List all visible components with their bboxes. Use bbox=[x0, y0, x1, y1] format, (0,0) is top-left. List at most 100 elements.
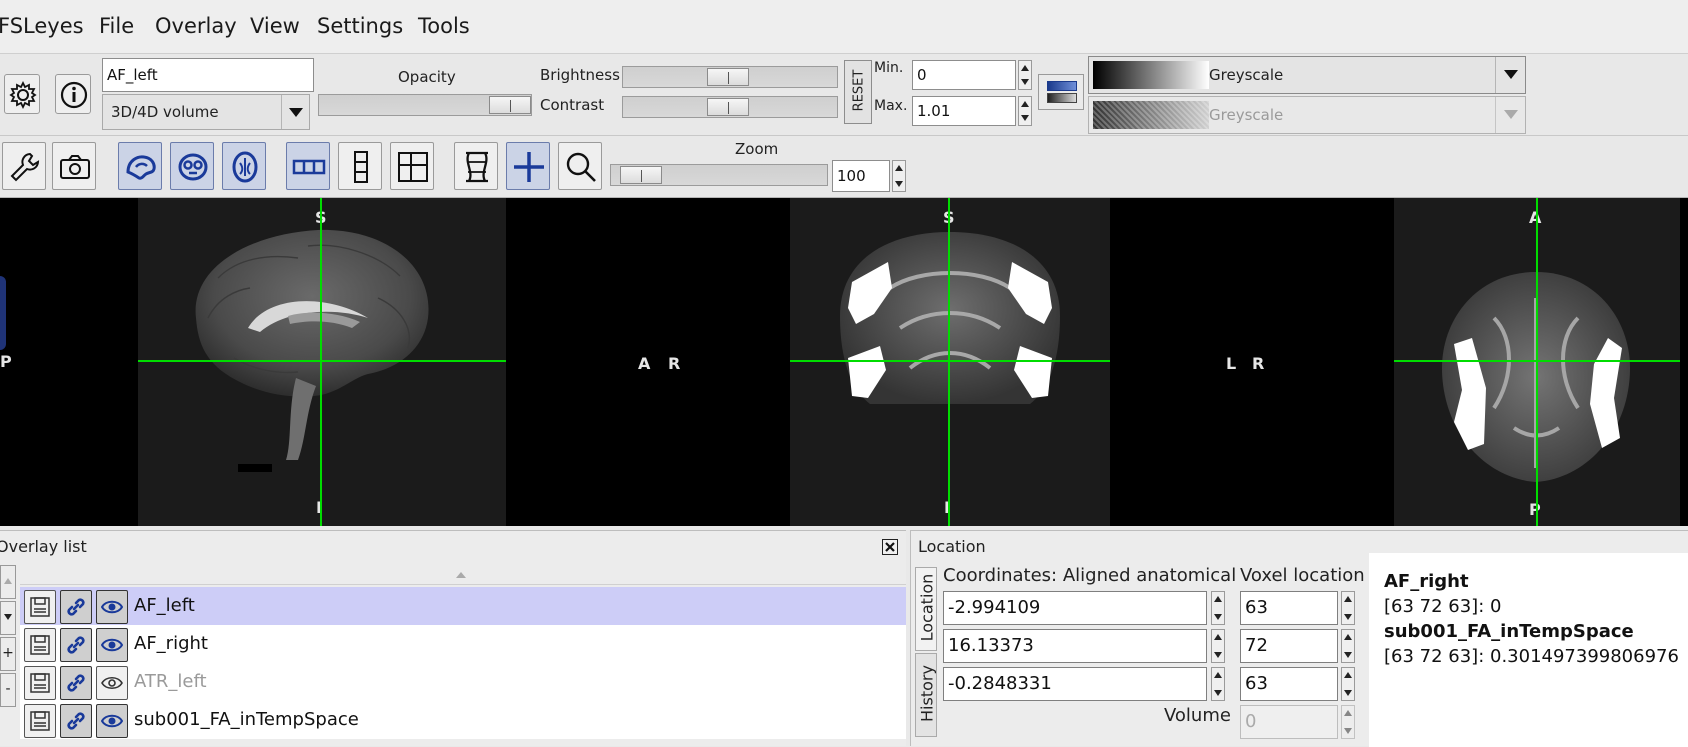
menu-tools[interactable]: Tools bbox=[418, 14, 470, 38]
min-value-input[interactable]: 0 bbox=[912, 60, 1016, 90]
sagittal-view[interactable] bbox=[138, 198, 506, 526]
max-value-input[interactable]: 1.01 bbox=[912, 96, 1016, 126]
horizontal-layout-button[interactable] bbox=[286, 142, 330, 190]
zoom-value-input[interactable]: 100 bbox=[832, 160, 890, 192]
overlay-info-button[interactable] bbox=[55, 74, 91, 114]
coronal-crosshair-horizontal bbox=[790, 360, 1110, 362]
visibility-toggle[interactable] bbox=[96, 704, 128, 738]
ortho-canvas[interactable]: P S I A bbox=[0, 198, 1688, 526]
overlay-row-sub001-fa[interactable]: sub001_FA_inTempSpace bbox=[20, 701, 906, 739]
chain-link-icon bbox=[67, 712, 85, 730]
overlay-list-title: Overlay list bbox=[0, 537, 87, 556]
colormap-dropdown[interactable]: Greyscale bbox=[1088, 56, 1526, 94]
grid-layout-button[interactable] bbox=[390, 142, 434, 190]
save-overlay-button[interactable] bbox=[24, 704, 56, 738]
contrast-slider-thumb[interactable] bbox=[707, 98, 749, 116]
coord-z-input[interactable]: -0.2848331 bbox=[943, 667, 1207, 701]
volume-spinner bbox=[1341, 705, 1355, 739]
add-overlay-button[interactable]: + bbox=[0, 637, 16, 671]
toggle-coronal-button[interactable] bbox=[170, 142, 214, 190]
zoom-tool-button[interactable] bbox=[558, 142, 602, 190]
coord-x-spinner[interactable] bbox=[1211, 591, 1225, 625]
voxel-z-input[interactable]: 63 bbox=[1240, 667, 1338, 701]
menu-file[interactable]: File bbox=[99, 14, 134, 38]
voxel-y-spinner[interactable] bbox=[1341, 629, 1355, 663]
opacity-slider[interactable] bbox=[318, 94, 532, 116]
overlay-row-af-left[interactable]: AF_left bbox=[20, 587, 906, 625]
zoom-spinner[interactable] bbox=[892, 160, 906, 192]
menu-settings[interactable]: Settings bbox=[317, 14, 403, 38]
visibility-toggle[interactable] bbox=[96, 590, 128, 624]
sagittal-right-label: A bbox=[638, 354, 651, 373]
eye-icon bbox=[101, 600, 123, 614]
zoom-slider-thumb[interactable] bbox=[620, 166, 662, 184]
visibility-toggle[interactable] bbox=[96, 666, 128, 700]
crosshair-toggle-button[interactable] bbox=[506, 142, 550, 190]
brightness-slider[interactable] bbox=[622, 66, 838, 88]
sagittal-brain-icon bbox=[126, 155, 156, 180]
coord-x-input[interactable]: -2.994109 bbox=[943, 591, 1207, 625]
overlay-row-af-right[interactable]: AF_right bbox=[20, 625, 906, 663]
close-panel-button[interactable] bbox=[882, 539, 898, 555]
info-overlay-name: AF_right bbox=[1384, 571, 1469, 592]
menu-view[interactable]: View bbox=[250, 14, 300, 38]
info-overlay-name: sub001_FA_inTempSpace bbox=[1384, 621, 1634, 642]
overlay-name-input[interactable]: AF_left bbox=[102, 58, 314, 92]
overlay-type-dropdown[interactable]: 3D/4D volume bbox=[102, 94, 310, 130]
grid-layout-icon bbox=[398, 152, 428, 182]
menu-app[interactable]: FSLeyes bbox=[0, 14, 84, 38]
overlay-settings-button[interactable] bbox=[4, 74, 40, 114]
max-value-spinner[interactable] bbox=[1018, 96, 1032, 126]
coronal-right-label: L bbox=[1226, 354, 1237, 373]
sagittal-slice-image bbox=[195, 229, 429, 472]
min-label: Min. bbox=[874, 60, 904, 76]
vertical-layout-button[interactable] bbox=[338, 142, 382, 190]
remove-overlay-button[interactable]: - bbox=[0, 673, 16, 707]
voxel-z-spinner[interactable] bbox=[1341, 667, 1355, 701]
canvas-side-panel bbox=[0, 276, 6, 350]
tab-history[interactable]: History bbox=[915, 653, 937, 737]
move-up-button[interactable] bbox=[0, 565, 16, 599]
link-overlay-button[interactable] bbox=[60, 628, 92, 662]
min-value-spinner[interactable] bbox=[1018, 60, 1032, 90]
voxel-x-input[interactable]: 63 bbox=[1240, 591, 1338, 625]
reset-button[interactable]: RESET bbox=[844, 60, 872, 124]
toggle-sagittal-button[interactable] bbox=[118, 142, 162, 190]
menu-bar: FSLeyes File Overlay View Settings Tools bbox=[0, 0, 1688, 54]
menu-overlay[interactable]: Overlay bbox=[155, 14, 237, 38]
contrast-slider[interactable] bbox=[622, 96, 838, 118]
save-overlay-button[interactable] bbox=[24, 666, 56, 700]
voxel-x-spinner[interactable] bbox=[1341, 591, 1355, 625]
view-settings-button[interactable] bbox=[2, 142, 46, 190]
link-overlay-button[interactable] bbox=[60, 666, 92, 700]
coronal-view[interactable] bbox=[790, 198, 1110, 526]
overlay-row-atr-left[interactable]: ATR_left bbox=[20, 663, 906, 701]
link-overlay-button[interactable] bbox=[60, 704, 92, 738]
link-overlay-button[interactable] bbox=[60, 590, 92, 624]
colormap-preview bbox=[1093, 61, 1209, 89]
colormap-invert-icon bbox=[1047, 81, 1077, 103]
coord-z-spinner[interactable] bbox=[1211, 667, 1225, 701]
horizontal-layout-icon bbox=[292, 159, 326, 175]
tab-location[interactable]: Location bbox=[915, 567, 937, 651]
negative-colormap-dropdown: Greyscale bbox=[1088, 96, 1526, 134]
axial-crosshair-horizontal bbox=[1394, 360, 1680, 362]
brightness-slider-thumb[interactable] bbox=[707, 68, 749, 86]
overlay-name: AF_right bbox=[134, 633, 208, 654]
reset-display-button[interactable] bbox=[454, 142, 498, 190]
screenshot-button[interactable] bbox=[52, 142, 96, 190]
visibility-toggle[interactable] bbox=[96, 628, 128, 662]
save-overlay-button[interactable] bbox=[24, 590, 56, 624]
zoom-slider[interactable] bbox=[610, 164, 828, 186]
coord-y-spinner[interactable] bbox=[1211, 629, 1225, 663]
sagittal-left-label: P bbox=[0, 352, 12, 371]
vertical-layout-icon bbox=[354, 151, 368, 183]
invert-colormap-button[interactable] bbox=[1038, 74, 1084, 110]
wrench-icon bbox=[10, 152, 40, 182]
toggle-axial-button[interactable] bbox=[222, 142, 266, 190]
opacity-slider-thumb[interactable] bbox=[489, 96, 531, 114]
move-down-button[interactable] bbox=[0, 601, 16, 635]
coord-y-input[interactable]: 16.13373 bbox=[943, 629, 1207, 663]
save-overlay-button[interactable] bbox=[24, 628, 56, 662]
voxel-y-input[interactable]: 72 bbox=[1240, 629, 1338, 663]
